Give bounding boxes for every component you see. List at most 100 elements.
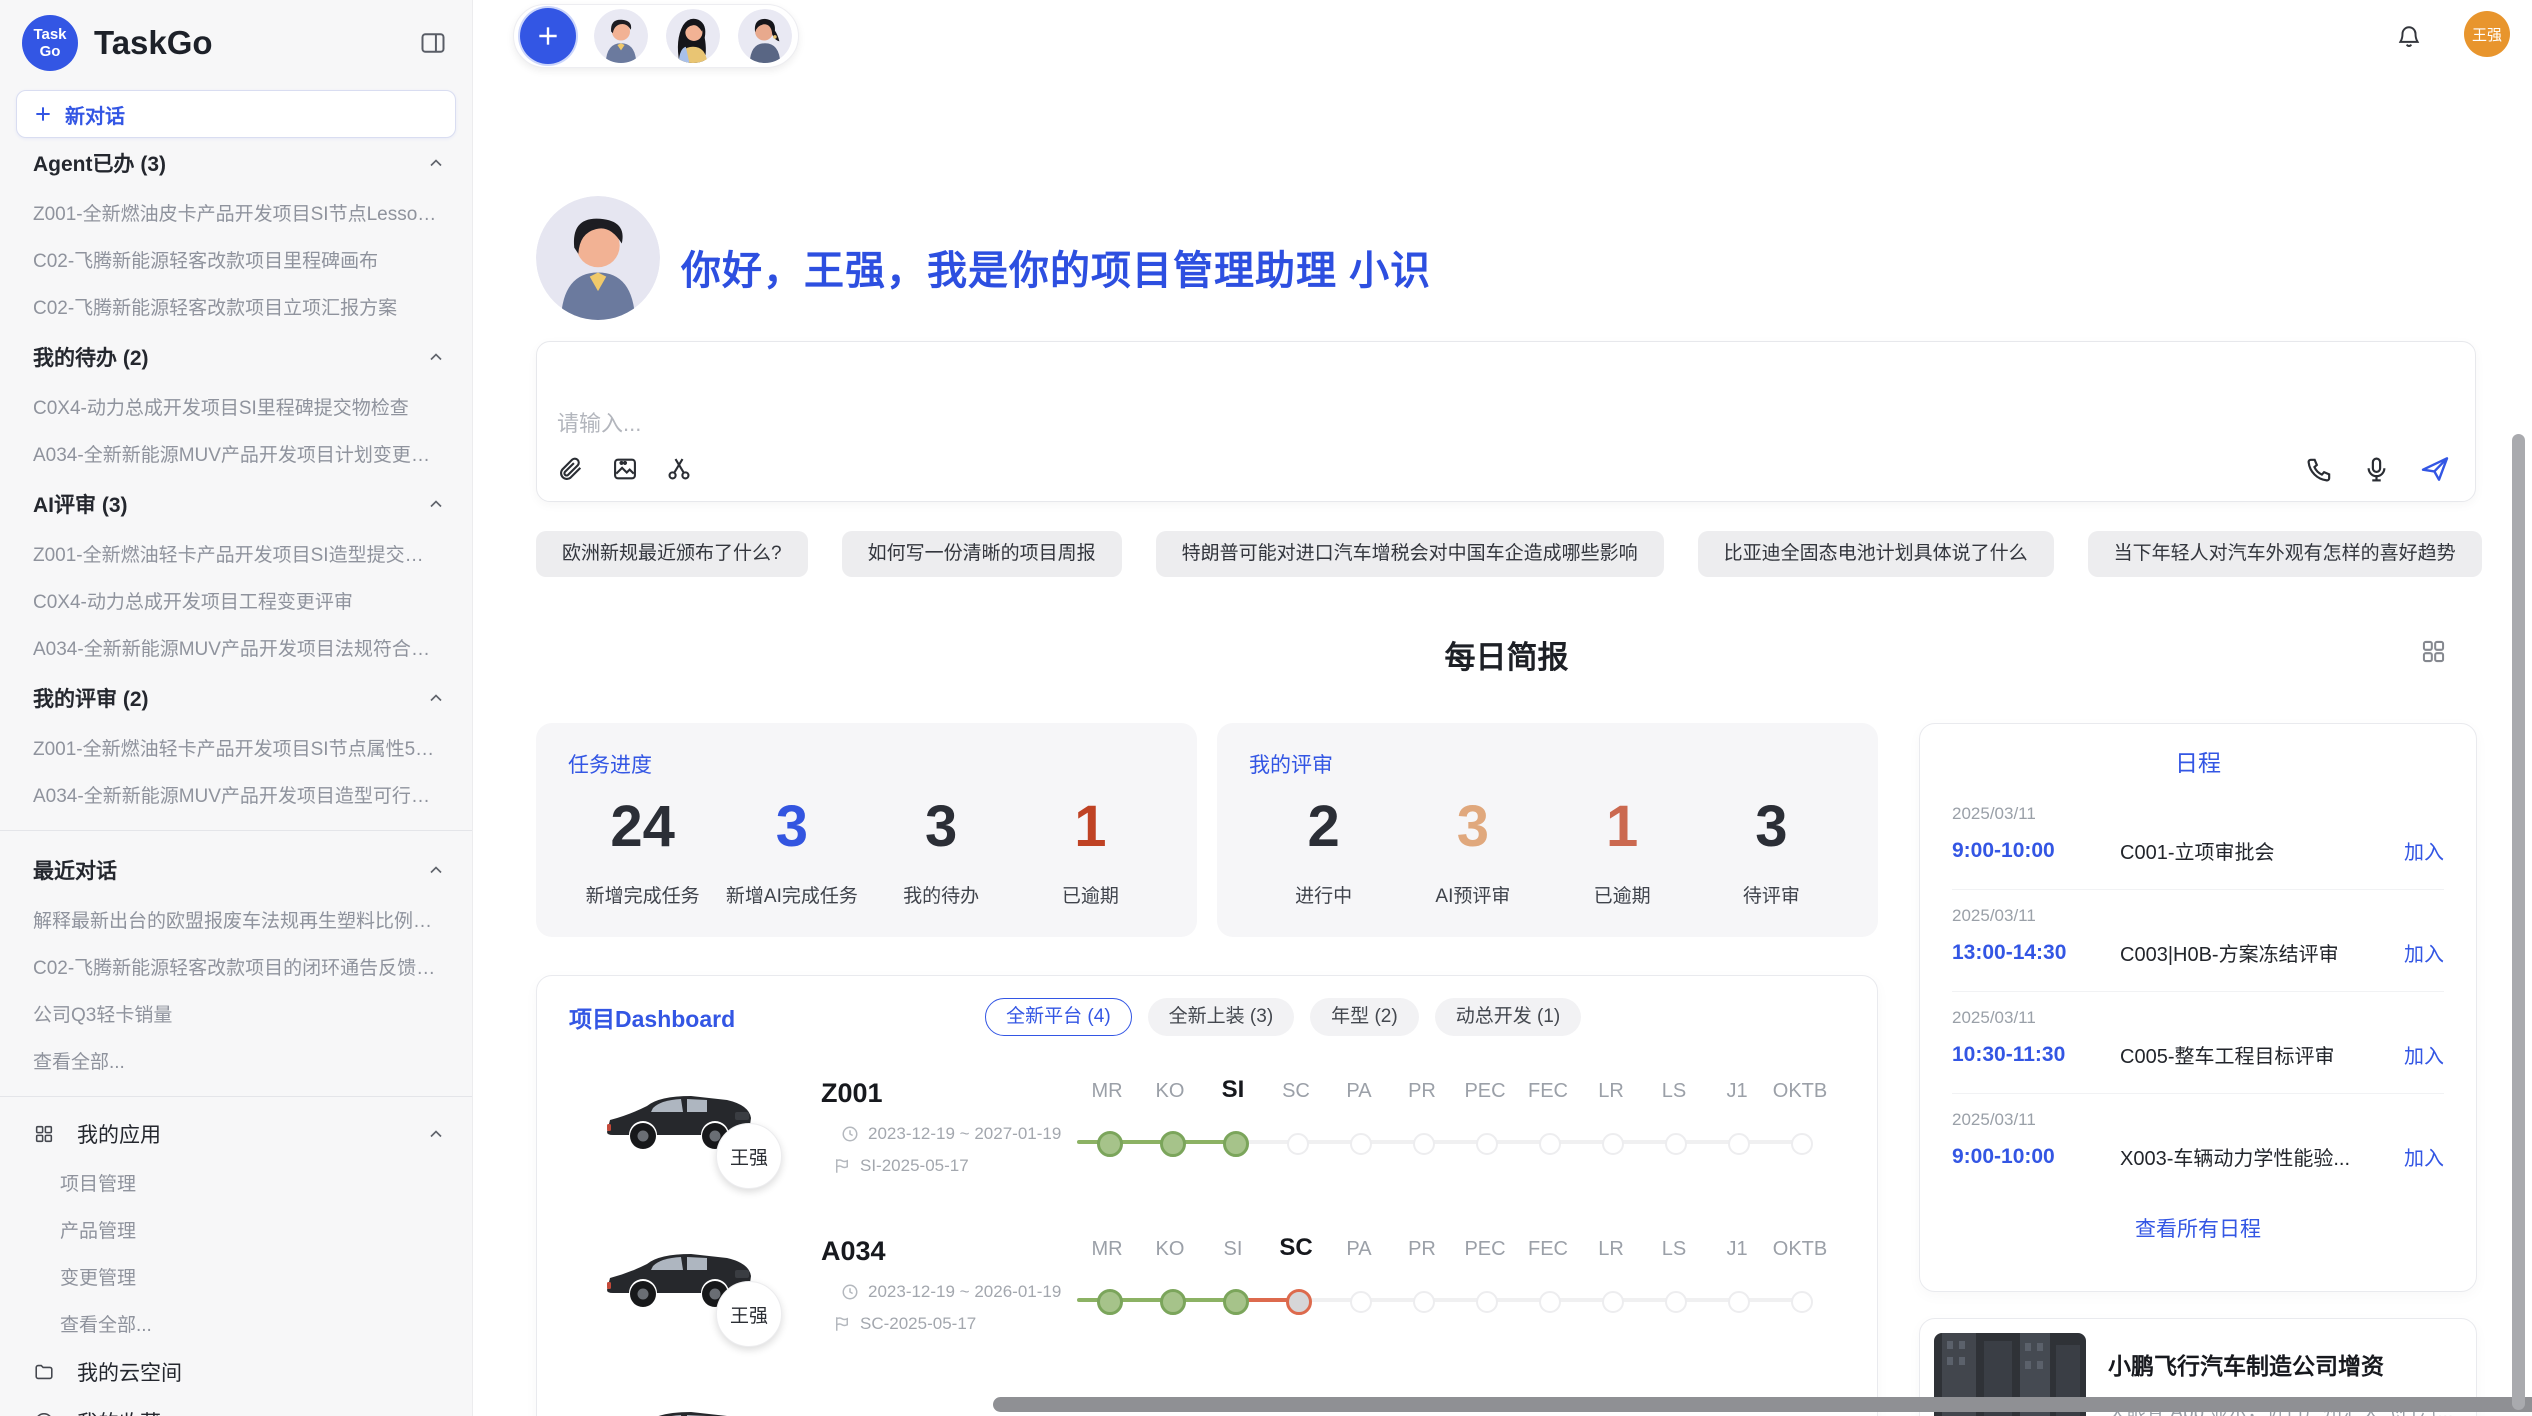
chevron-up-icon[interactable] — [426, 494, 446, 514]
message-composer[interactable]: 请输入... — [536, 341, 2476, 502]
section-header[interactable]: 我的评审 (2) — [0, 671, 472, 724]
dashboard-filter-pill[interactable]: 年型 (2) — [1310, 998, 1419, 1036]
chevron-up-icon[interactable] — [426, 688, 446, 708]
dashboard-filter-pill[interactable]: 动总开发 (1) — [1435, 998, 1582, 1036]
sidebar-divider — [0, 1096, 472, 1097]
suggestion-chip[interactable]: 如何写一份清晰的项目周报 — [842, 531, 1122, 577]
chevron-up-icon[interactable] — [426, 347, 446, 367]
milestone-dot[interactable] — [1413, 1133, 1435, 1155]
phone-icon[interactable] — [2305, 455, 2334, 484]
milestone-dot[interactable] — [1791, 1291, 1813, 1313]
dashboard-filter-pill[interactable]: 全新平台 (4) — [985, 998, 1132, 1036]
milestone-dot[interactable] — [1350, 1291, 1372, 1313]
milestone-dot[interactable] — [1476, 1291, 1498, 1313]
milestone-dot[interactable] — [1350, 1133, 1372, 1155]
new-chat-button[interactable]: 新对话 — [16, 90, 456, 138]
join-meeting-link[interactable]: 加入 — [2404, 1040, 2444, 1069]
project-dates: 2023-12-19 ~ 2026-01-19 — [841, 1282, 1061, 1302]
sidebar-section: 我的评审 (2)Z001-全新燃油轻卡产品开发项目SI节点属性5D文件评审A03… — [0, 671, 472, 818]
project-code[interactable]: A034 — [821, 1236, 886, 1267]
milestone-dot[interactable] — [1665, 1133, 1687, 1155]
sidebar-item[interactable]: 公司Q3轻卡销量 — [0, 990, 472, 1037]
my-apps-label: 我的应用 — [77, 1119, 404, 1149]
vertical-scrollbar[interactable] — [2512, 434, 2525, 1410]
sidebar-item-star[interactable]: 我的收藏 — [0, 1397, 472, 1416]
sidebar-item-cloud-folder[interactable]: 我的云空间 — [0, 1347, 472, 1397]
sidebar-item[interactable]: A034-全新新能源MUV产品开发项目计划变更表编写 — [0, 430, 472, 477]
sidebar-item[interactable]: Z001-全新燃油轻卡产品开发项目SI造型提交物评审 — [0, 530, 472, 577]
agent-avatar[interactable] — [738, 9, 792, 63]
sidebar-item[interactable]: 解释最新出台的欧盟报废车法规再生塑料比例被调至15%... — [0, 896, 472, 943]
sidebar-item[interactable]: Z001-全新燃油轻卡产品开发项目SI节点属性5D文件评审 — [0, 724, 472, 771]
sidebar-scroll-area[interactable]: Agent已办 (3)Z001-全新燃油皮卡产品开发项目SI节点Lesson L… — [0, 136, 472, 1416]
user-avatar[interactable]: 王强 — [2464, 11, 2510, 57]
image-icon[interactable] — [611, 455, 639, 483]
sidebar-item[interactable]: C02-飞腾新能源轻客改款项目里程碑画布 — [0, 236, 472, 283]
milestone-dot[interactable] — [1791, 1133, 1813, 1155]
sidebar-sub-item[interactable]: 产品管理 — [0, 1206, 472, 1253]
join-meeting-link[interactable]: 加入 — [2404, 836, 2444, 865]
sidebar-item[interactable]: A034-全新新能源MUV产品开发项目造型可行性评审 — [0, 771, 472, 818]
milestone-dot[interactable] — [1728, 1133, 1750, 1155]
sidebar-item-my-apps[interactable]: 我的应用 — [0, 1109, 472, 1159]
milestone-dot[interactable] — [1097, 1131, 1123, 1157]
suggestion-chip[interactable]: 特朗普可能对进口汽车增税会对中国车企造成哪些影响 — [1156, 531, 1664, 577]
milestone-dot[interactable] — [1539, 1133, 1561, 1155]
sidebar-item[interactable]: C02-飞腾新能源轻客改款项目的闭环通告反馈情况 — [0, 943, 472, 990]
schedule-event-title: C001-立项审批会 — [2120, 836, 2388, 865]
milestone-dot[interactable] — [1476, 1133, 1498, 1155]
milestone-dot[interactable] — [1539, 1291, 1561, 1313]
microphone-icon[interactable] — [2362, 455, 2391, 484]
milestone-dot[interactable] — [1287, 1133, 1309, 1155]
suggestion-chip[interactable]: 欧洲新规最近颁布了什么? — [536, 531, 808, 577]
milestone-dot[interactable] — [1223, 1131, 1249, 1157]
agent-avatar[interactable] — [594, 9, 648, 63]
sidebar-sub-item[interactable]: 查看全部... — [0, 1300, 472, 1347]
dashboard-filter-pill[interactable]: 全新上装 (3) — [1148, 998, 1295, 1036]
milestone-dot[interactable] — [1728, 1291, 1750, 1313]
section-header[interactable]: Agent已办 (3) — [0, 136, 472, 189]
schedule-time: 9:00-10:00 — [1952, 839, 2120, 863]
sidebar-item[interactable]: Z001-全新燃油皮卡产品开发项目SI节点Lesson Learn报告 — [0, 189, 472, 236]
milestone-dot[interactable] — [1602, 1291, 1624, 1313]
milestone-dot[interactable] — [1160, 1289, 1186, 1315]
sidebar-item[interactable]: C0X4-动力总成开发项目SI里程碑提交物检查 — [0, 383, 472, 430]
section-header[interactable]: 我的待办 (2) — [0, 330, 472, 383]
project-code[interactable]: Z001 — [821, 1078, 883, 1109]
milestone-dot[interactable] — [1160, 1131, 1186, 1157]
notifications-bell-icon[interactable] — [2396, 24, 2422, 50]
join-meeting-link[interactable]: 加入 — [2404, 938, 2444, 967]
scissors-icon[interactable] — [665, 455, 693, 483]
section-header[interactable]: AI评审 (3) — [0, 477, 472, 530]
milestone-dot[interactable] — [1286, 1289, 1312, 1315]
chevron-up-icon[interactable] — [426, 860, 446, 880]
milestone-dot[interactable] — [1602, 1133, 1624, 1155]
agent-avatar[interactable] — [666, 9, 720, 63]
composer-input[interactable]: 请输入... — [557, 406, 2451, 438]
sidebar-collapse-icon[interactable] — [416, 26, 450, 60]
join-meeting-link[interactable]: 加入 — [2404, 1142, 2444, 1171]
milestone-dot[interactable] — [1665, 1291, 1687, 1313]
view-all-schedule-link[interactable]: 查看所有日程 — [1952, 1195, 2444, 1261]
milestone-dot[interactable] — [1097, 1289, 1123, 1315]
grid-icon — [33, 1123, 55, 1145]
attachment-icon[interactable] — [557, 455, 585, 483]
sidebar-item[interactable]: C0X4-动力总成开发项目工程变更评审 — [0, 577, 472, 624]
sidebar-item[interactable]: C02-飞腾新能源轻客改款项目立项汇报方案 — [0, 283, 472, 330]
sidebar-sub-item[interactable]: 项目管理 — [0, 1159, 472, 1206]
horizontal-scrollbar[interactable] — [993, 1397, 2532, 1412]
milestone-dot[interactable] — [1413, 1291, 1435, 1313]
chevron-up-icon[interactable] — [426, 153, 446, 173]
send-icon[interactable] — [2419, 453, 2451, 485]
layout-grid-icon[interactable] — [2420, 638, 2447, 665]
stat-cell: 3我的待办 — [867, 795, 1016, 908]
sidebar-item[interactable]: 查看全部... — [0, 1037, 472, 1084]
milestone-dot[interactable] — [1223, 1289, 1249, 1315]
section-header[interactable]: 最近对话 — [0, 843, 472, 896]
chevron-up-icon[interactable] — [426, 1124, 446, 1144]
add-agent-button[interactable] — [520, 8, 576, 64]
suggestion-chip[interactable]: 比亚迪全固态电池计划具体说了什么 — [1698, 531, 2054, 577]
sidebar-sub-item[interactable]: 变更管理 — [0, 1253, 472, 1300]
sidebar-item[interactable]: A034-全新新能源MUV产品开发项目法规符合性评审 — [0, 624, 472, 671]
suggestion-chip[interactable]: 当下年轻人对汽车外观有怎样的喜好趋势 — [2088, 531, 2482, 577]
